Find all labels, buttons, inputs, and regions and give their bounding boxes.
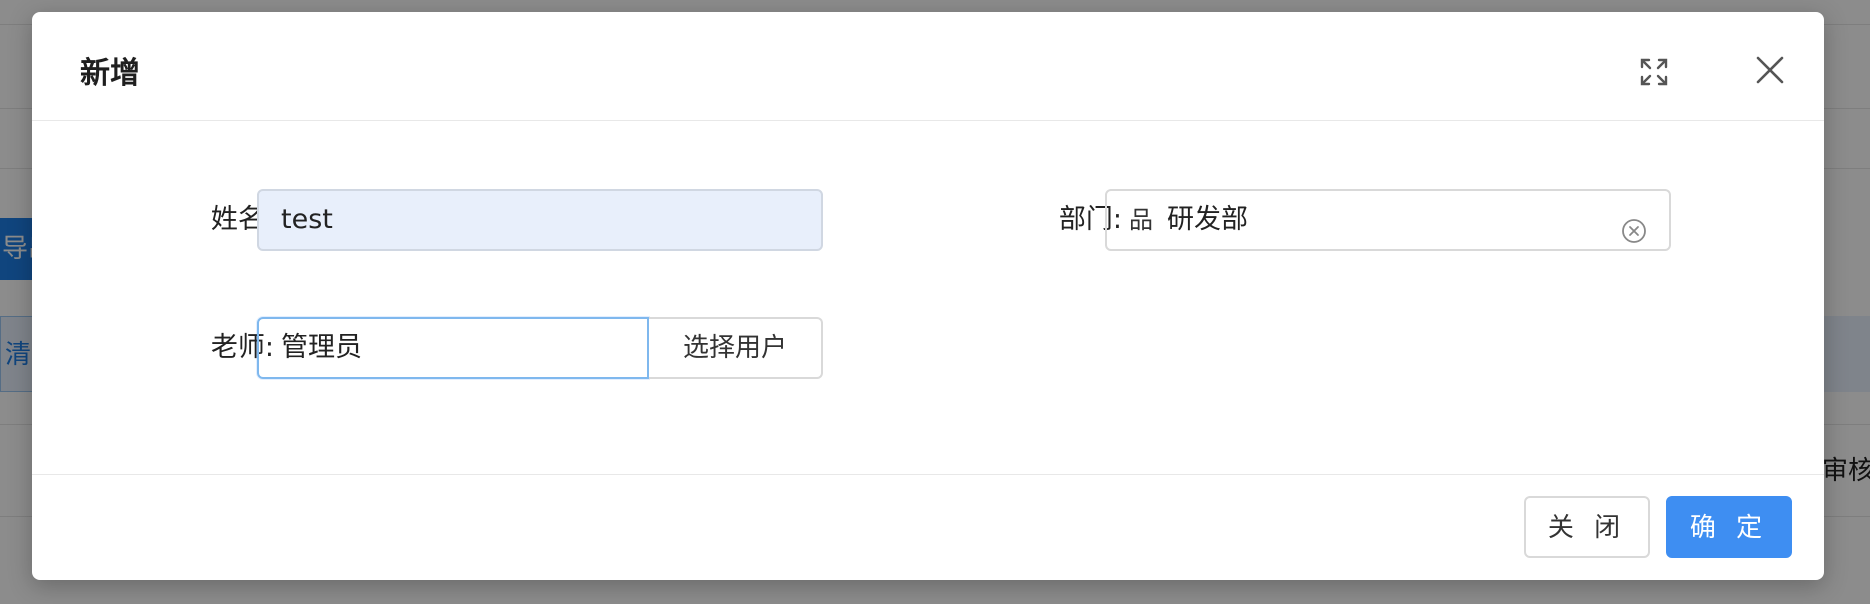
cancel-button[interactable]: 关 闭 <box>1524 496 1650 558</box>
department-tree-icon: 品 <box>1129 206 1153 234</box>
department-select[interactable]: 品 研发部 <box>1105 189 1671 251</box>
add-dialog: 新增 姓名: test 部门: 品 研发部 老师: 管理员 选择用户 关 闭 确… <box>32 12 1824 580</box>
close-icon[interactable] <box>1750 50 1790 90</box>
fullscreen-icon[interactable] <box>1638 56 1670 88</box>
dialog-footer: 关 闭 确 定 <box>32 474 1824 580</box>
dialog-title: 新增 <box>80 56 140 91</box>
dialog-header: 新增 <box>32 12 1824 121</box>
select-user-button[interactable]: 选择用户 <box>649 317 823 379</box>
teacher-label: 老师: <box>210 332 274 363</box>
dialog-body: 姓名: test 部门: 品 研发部 老师: 管理员 选择用户 <box>32 121 1824 486</box>
clear-icon[interactable] <box>1621 207 1647 243</box>
teacher-input[interactable]: 管理员 <box>257 317 649 379</box>
department-label: 部门: <box>1058 204 1122 235</box>
name-label: 姓名: <box>210 204 274 235</box>
ok-button[interactable]: 确 定 <box>1666 496 1792 558</box>
name-input[interactable]: test <box>257 189 823 251</box>
department-value: 研发部 <box>1167 204 1248 235</box>
